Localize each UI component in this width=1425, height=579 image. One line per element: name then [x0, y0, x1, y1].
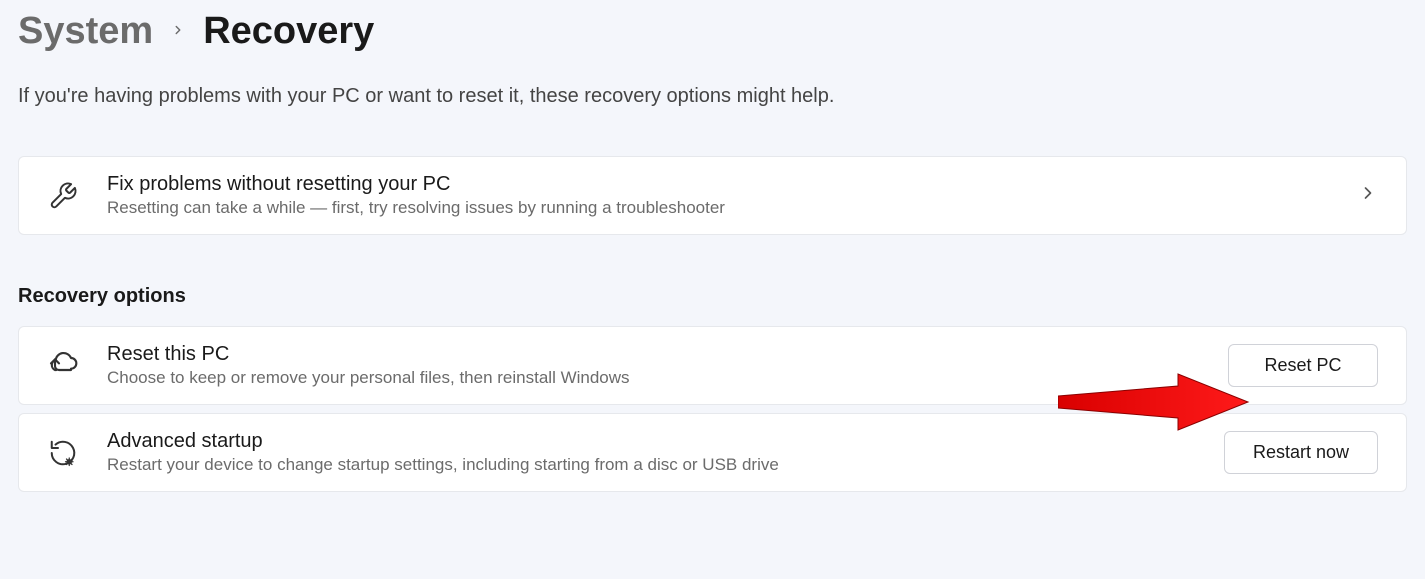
page-description: If you're having problems with your PC o…	[18, 85, 1407, 108]
recovery-options-heading: Recovery options	[18, 285, 1407, 308]
advanced-startup-text: Advanced startup Restart your device to …	[107, 430, 1196, 475]
reset-pc-subtitle: Choose to keep or remove your personal f…	[107, 368, 1200, 388]
breadcrumb: System Recovery	[18, 10, 1407, 53]
reset-pc-button[interactable]: Reset PC	[1228, 344, 1378, 387]
advanced-startup-action: Restart now	[1224, 431, 1378, 474]
breadcrumb-separator-icon	[171, 20, 185, 43]
breadcrumb-parent-link[interactable]: System	[18, 10, 153, 53]
cloud-reset-icon	[47, 350, 79, 382]
reset-pc-row: Reset this PC Choose to keep or remove y…	[18, 326, 1407, 405]
page-title: Recovery	[203, 10, 374, 53]
advanced-startup-title: Advanced startup	[107, 430, 1196, 453]
reset-pc-action: Reset PC	[1228, 344, 1378, 387]
advanced-startup-icon	[47, 438, 79, 468]
troubleshooter-title: Fix problems without resetting your PC	[107, 173, 1330, 196]
troubleshooter-row[interactable]: Fix problems without resetting your PC R…	[18, 156, 1407, 235]
chevron-right-icon	[1358, 183, 1378, 208]
advanced-startup-subtitle: Restart your device to change startup se…	[107, 455, 1196, 475]
advanced-startup-row: Advanced startup Restart your device to …	[18, 413, 1407, 492]
reset-pc-title: Reset this PC	[107, 343, 1200, 366]
wrench-icon	[47, 181, 79, 211]
troubleshooter-subtitle: Resetting can take a while — first, try …	[107, 198, 1330, 218]
reset-pc-text: Reset this PC Choose to keep or remove y…	[107, 343, 1200, 388]
restart-now-button[interactable]: Restart now	[1224, 431, 1378, 474]
troubleshooter-text: Fix problems without resetting your PC R…	[107, 173, 1330, 218]
recovery-settings-page: System Recovery If you're having problem…	[18, 10, 1407, 492]
